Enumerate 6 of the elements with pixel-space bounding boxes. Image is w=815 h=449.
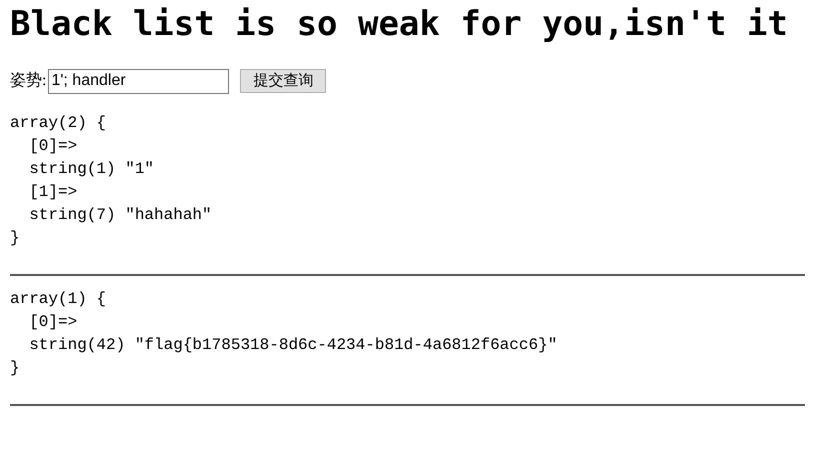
var-dump-output: array(2) { [0]=> string(1) "1" [1]=> string(7) "hahahah" } (10, 112, 213, 249)
submit-button[interactable]: 提交查询 (240, 69, 326, 94)
page-heading: Black list is so weak for you,isn't it (10, 4, 789, 45)
var-dump-output: array(1) { [0]=> string(42) "flag{b1785318-8d6c-4234-b81d-4a6812f6acc6}" } (10, 288, 558, 379)
field-label: 姿势: (10, 70, 46, 92)
input-field[interactable]: 1'; handler (48, 68, 230, 94)
